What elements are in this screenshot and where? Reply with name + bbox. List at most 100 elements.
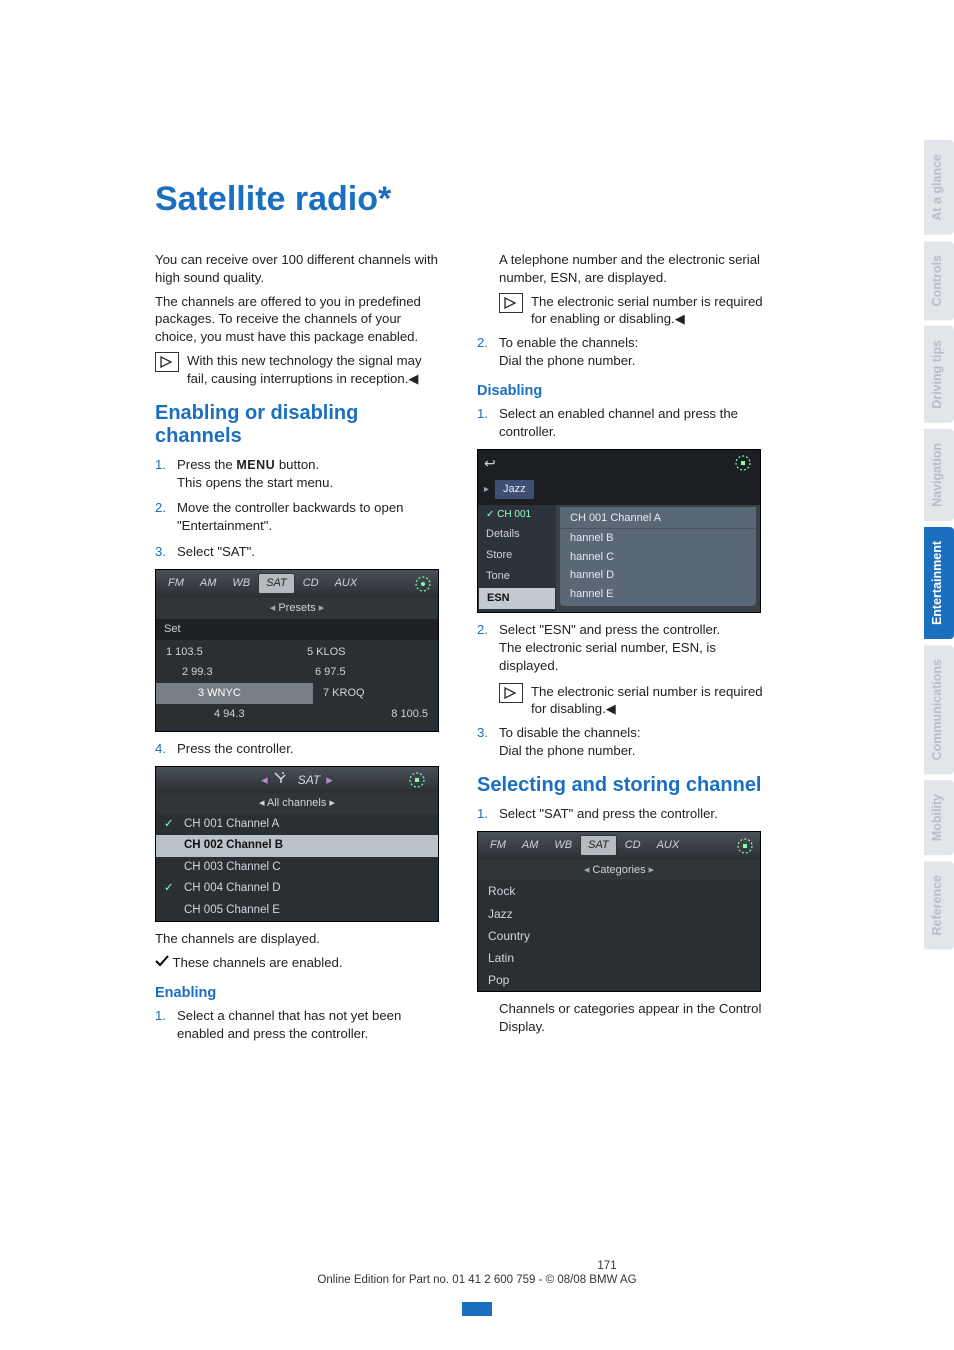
- channel-row: ✓CH 004 Channel D: [156, 878, 438, 900]
- tab-fm: FM: [160, 572, 192, 595]
- note-icon: [499, 293, 523, 313]
- category-row: Latin: [478, 947, 760, 969]
- menu-item-details: Details: [478, 524, 556, 545]
- knob-icon: [734, 835, 756, 857]
- category-row: Rock: [478, 880, 760, 902]
- disable-step-2b: The electronic serial number, ESN, is di…: [499, 640, 716, 673]
- tab-am: AM: [192, 572, 225, 595]
- tab-fm: FM: [482, 834, 514, 857]
- note-end-icon: ◀: [675, 310, 685, 328]
- enable-steps-2: 2. To enable the channels: Dial the phone …: [477, 334, 763, 370]
- preset-row: 4 94.38 100.5: [156, 704, 438, 725]
- step-number: 4.: [155, 740, 166, 758]
- category-row: Jazz: [478, 903, 760, 925]
- tab-am: AM: [514, 834, 547, 857]
- preset-cell: 5 KLOS: [297, 642, 438, 663]
- enabled-legend: These channels are enabled.: [155, 954, 441, 972]
- preset-row: 1 103.55 KLOS: [156, 642, 438, 663]
- select-step-1: 1.Select "SAT" and press the controller.: [477, 805, 763, 823]
- side-tab-mobility[interactable]: Mobility: [924, 780, 954, 855]
- footer-blue-bar: [462, 1302, 492, 1316]
- figure3-category-row: ▸Jazz: [478, 476, 760, 505]
- sat-label: SAT: [298, 772, 320, 788]
- category-row: Pop: [478, 969, 760, 991]
- note-esn-disable: The electronic serial number is required…: [477, 683, 763, 719]
- preset-cell: 4 94.3: [156, 704, 321, 725]
- menu-item-store: Store: [478, 545, 556, 566]
- select-result-text: Channels or categories appear in the Con…: [477, 1000, 763, 1036]
- side-tab-entertainment-active[interactable]: Entertainment: [924, 527, 954, 639]
- channel-list: ✓CH 001 Channel A CH 002 Channel B CH 00…: [156, 814, 438, 922]
- step-number: 1.: [155, 456, 166, 474]
- figure3-split: ✓ CH 001 Details Store Tone ESN CH 001 C…: [478, 505, 760, 612]
- enable-step-2b: Dial the phone number.: [499, 353, 635, 368]
- steps-list-1: 1. Press the MENU button. This opens the…: [155, 456, 441, 561]
- figure-tabs: FM AM WB SAT CD AUX: [478, 832, 760, 860]
- side-tab-communications[interactable]: Communications: [924, 645, 954, 774]
- step-number: 3.: [477, 724, 488, 742]
- note-end-icon: ◀: [606, 700, 616, 718]
- step-number: 2.: [477, 621, 488, 639]
- step-1: 1. Press the MENU button. This opens the…: [155, 456, 441, 492]
- channel-row: CH 003 Channel C: [156, 857, 438, 879]
- step-4-text: Press the controller.: [177, 741, 294, 756]
- bubble-header: CH 001 Channel A: [560, 509, 756, 529]
- bubble-row: hannel C: [560, 548, 756, 567]
- disable-steps-3: 3.To disable the channels:Dial the phone…: [477, 724, 763, 760]
- step-1-text-a: Press the: [177, 457, 236, 472]
- figure2-subheader: ◂ All channels ▸: [156, 793, 438, 814]
- step-1-text-b: button.: [275, 457, 319, 472]
- side-tab-at-a-glance[interactable]: At a glance: [924, 140, 954, 235]
- steps-list-1b: 4. Press the controller.: [155, 740, 441, 758]
- page-footer: 171 Online Edition for Part no. 01 41 2 …: [0, 1260, 954, 1286]
- menu-item-esn-selected: ESN: [478, 587, 556, 610]
- heading-enabling: Enabling: [155, 984, 441, 1004]
- side-tab-driving-tips[interactable]: Driving tips: [924, 326, 954, 423]
- category-chip: Jazz: [495, 480, 534, 499]
- disable-step-3b: Dial the phone number.: [499, 743, 635, 758]
- step-number: 2.: [477, 334, 488, 352]
- preset-cell: 7 KROQ: [313, 683, 438, 704]
- preset-row: 2 99.36 97.5: [156, 662, 438, 683]
- figure3-right-list: CH 001 Channel A hannel B hannel C hanne…: [556, 505, 760, 612]
- tab-wb: WB: [546, 834, 580, 857]
- select-step-1-text: Select "SAT" and press the controller.: [499, 806, 718, 821]
- preset-row: 3 WNYC7 KROQ: [156, 683, 438, 704]
- figure-subheader: ◂ Categories ▸: [478, 860, 760, 881]
- sat-antenna-icon: [272, 770, 288, 789]
- side-tab-controls[interactable]: Controls: [924, 241, 954, 320]
- figure-categories: FM AM WB SAT CD AUX ◂ Categories ▸ Rock …: [477, 831, 761, 993]
- disable-steps-2: 2.Select "ESN" and press the controller.…: [477, 621, 763, 674]
- figure-set-row: Set: [156, 619, 438, 640]
- bubble-row: hannel D: [560, 566, 756, 585]
- page-title: Satellite radio*: [155, 180, 914, 219]
- bubble-row: hannel B: [560, 529, 756, 548]
- two-columns: You can receive over 100 different chann…: [155, 245, 914, 1051]
- side-tab-navigation[interactable]: Navigation: [924, 429, 954, 521]
- knob-icon: [732, 452, 754, 474]
- intro-paragraph-2: The channels are offered to you in prede…: [155, 293, 441, 346]
- check-icon: ✓: [164, 817, 174, 833]
- tab-cd: CD: [295, 572, 327, 595]
- figure-all-channels: ◂ SAT ▸ ◂ All channels ▸ ✓CH 001 Channel…: [155, 766, 439, 922]
- disable-step-3: 3.To disable the channels:Dial the phone…: [477, 724, 763, 760]
- tab-sat-selected: SAT: [258, 573, 295, 594]
- side-tab-reference[interactable]: Reference: [924, 861, 954, 949]
- figure-body: 1 103.55 KLOS 2 99.36 97.5 3 WNYC7 KROQ …: [156, 640, 438, 731]
- step-3: 3.Select "SAT".: [155, 543, 441, 561]
- check-icon: [155, 954, 169, 972]
- enable-step-2a: To enable the channels:: [499, 335, 638, 350]
- figure-tabs: FM AM WB SAT CD AUX: [156, 570, 438, 598]
- heading-enable-disable: Enabling or disabling channels: [155, 402, 441, 448]
- tab-aux: AUX: [649, 834, 688, 857]
- side-tabs: At a glance Controls Driving tips Naviga…: [924, 140, 954, 950]
- step-4: 4. Press the controller.: [155, 740, 441, 758]
- preset-cell: 6 97.5: [305, 662, 438, 683]
- arrow-right-icon: ▸: [326, 771, 333, 789]
- note-text: The electronic serial number is required…: [531, 293, 763, 329]
- knob-icon: [406, 769, 428, 791]
- enable-step-1: 1.Select a channel that has not yet been…: [155, 1007, 441, 1043]
- footer-text: Online Edition for Part no. 01 41 2 600 …: [317, 1274, 636, 1286]
- page: Satellite radio* You can receive over 10…: [0, 0, 954, 1350]
- note-text: With this new technology the signal may …: [187, 352, 441, 388]
